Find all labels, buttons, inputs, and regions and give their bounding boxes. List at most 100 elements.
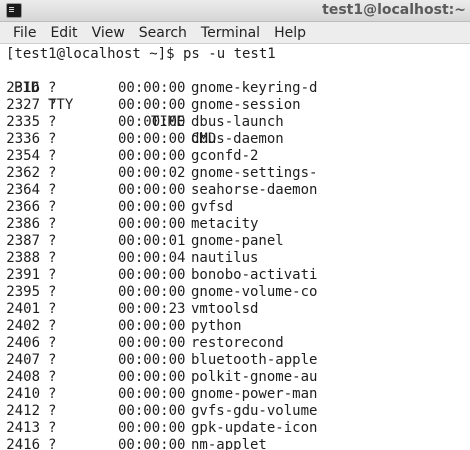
process-time: 00:00:00 xyxy=(118,114,186,130)
process-row: 2401? 00:00:23 vmtoolsd xyxy=(0,301,460,318)
process-tty: ? xyxy=(48,131,57,147)
process-row: 2387? 00:00:01 gnome-panel xyxy=(0,233,460,250)
process-tty: ? xyxy=(48,403,57,419)
terminal-window: test1@localhost:~ File Edit View Search … xyxy=(0,0,470,450)
process-tty: ? xyxy=(48,369,57,385)
process-tty: ? xyxy=(48,250,57,266)
process-pid: 2327 xyxy=(6,97,40,113)
menu-file[interactable]: File xyxy=(6,22,43,44)
process-tty: ? xyxy=(48,80,57,96)
process-cmd: gnome-settings- xyxy=(191,165,318,181)
process-pid: 2336 xyxy=(6,131,40,147)
process-pid: 2387 xyxy=(6,233,40,249)
menu-bar: File Edit View Search Terminal Help xyxy=(0,22,470,44)
process-cmd: polkit-gnome-au xyxy=(191,369,318,385)
process-pid: 2412 xyxy=(6,403,40,419)
process-pid: 2416 xyxy=(6,437,40,450)
process-cmd: gvfsd xyxy=(191,199,234,215)
process-time: 00:00:00 xyxy=(118,182,186,198)
process-tty: ? xyxy=(48,301,57,317)
process-cmd: python xyxy=(191,318,242,334)
process-tty: ? xyxy=(48,318,57,334)
process-tty: ? xyxy=(48,165,57,181)
process-row: 2366? 00:00:00 gvfsd xyxy=(0,199,460,216)
process-pid: 2407 xyxy=(6,352,40,368)
process-row: 2412? 00:00:00 gvfs-gdu-volume xyxy=(0,403,460,420)
process-pid: 2335 xyxy=(6,114,40,130)
process-row: 2406? 00:00:00 restorecond xyxy=(0,335,460,352)
process-time: 00:00:00 xyxy=(118,216,186,232)
process-row: 2402? 00:00:00 python xyxy=(0,318,460,335)
process-row: 2364? 00:00:00 seahorse-daemon xyxy=(0,182,460,199)
process-tty: ? xyxy=(48,267,57,283)
process-time: 00:00:00 xyxy=(118,267,186,283)
process-time: 00:00:01 xyxy=(118,233,186,249)
process-cmd: vmtoolsd xyxy=(191,301,259,317)
process-row: 2386? 00:00:00 metacity xyxy=(0,216,460,233)
process-time: 00:00:00 xyxy=(118,80,186,96)
process-time: 00:00:00 xyxy=(118,437,186,450)
process-pid: 2406 xyxy=(6,335,40,351)
process-cmd: gconfd-2 xyxy=(191,148,259,164)
process-row: 2327? 00:00:00 gnome-session xyxy=(0,97,460,114)
process-tty: ? xyxy=(48,335,57,351)
process-pid: 2354 xyxy=(6,148,40,164)
process-time: 00:00:00 xyxy=(118,199,186,215)
command-prompt-line: [test1@localhost ~]$ ps -u test1 xyxy=(6,46,276,62)
menu-view[interactable]: View xyxy=(85,22,132,44)
process-row: 2336? 00:00:00 dbus-daemon xyxy=(0,131,460,148)
process-row: 2335? 00:00:00 dbus-launch xyxy=(0,114,460,131)
process-row: 2416? 00:00:00 nm-applet xyxy=(0,437,460,450)
process-time: 00:00:00 xyxy=(118,318,186,334)
process-cmd: gvfs-gdu-volume xyxy=(191,403,318,419)
process-tty: ? xyxy=(48,216,57,232)
process-pid: 2388 xyxy=(6,250,40,266)
process-time: 00:00:00 xyxy=(118,335,186,351)
process-row: 2413? 00:00:00 gpk-update-icon xyxy=(0,420,460,437)
process-cmd: bluetooth-apple xyxy=(191,352,318,368)
process-cmd: gnome-power-man xyxy=(191,386,318,402)
process-cmd: gpk-update-icon xyxy=(191,420,318,436)
process-pid: 2386 xyxy=(6,216,40,232)
process-row: 2395? 00:00:00 gnome-volume-co xyxy=(0,284,460,301)
process-time: 00:00:00 xyxy=(118,284,186,300)
process-tty: ? xyxy=(48,199,57,215)
process-cmd: gnome-session xyxy=(191,97,301,113)
process-time: 00:00:00 xyxy=(118,352,186,368)
process-cmd: seahorse-daemon xyxy=(191,182,318,198)
process-row: 2388? 00:00:04 nautilus xyxy=(0,250,460,267)
process-time: 00:00:02 xyxy=(118,165,186,181)
process-row: 2407? 00:00:00 bluetooth-apple xyxy=(0,352,460,369)
process-cmd: bonobo-activati xyxy=(191,267,318,283)
process-pid: 2362 xyxy=(6,165,40,181)
process-tty: ? xyxy=(48,97,57,113)
process-pid: 2316 xyxy=(6,80,40,96)
process-tty: ? xyxy=(48,233,57,249)
terminal-icon[interactable] xyxy=(6,3,22,18)
process-row: 2408? 00:00:00 polkit-gnome-au xyxy=(0,369,460,386)
menu-terminal[interactable]: Terminal xyxy=(194,22,267,44)
process-row: 2354? 00:00:00 gconfd-2 xyxy=(0,148,460,165)
process-time: 00:00:00 xyxy=(118,369,186,385)
process-cmd: dbus-launch xyxy=(191,114,284,130)
process-cmd: metacity xyxy=(191,216,259,232)
process-row: 2391? 00:00:00 bonobo-activati xyxy=(0,267,460,284)
menu-search[interactable]: Search xyxy=(132,22,194,44)
terminal-output[interactable]: [test1@localhost ~]$ ps -u test1 PID TTY… xyxy=(0,44,470,450)
process-pid: 2364 xyxy=(6,182,40,198)
menu-edit[interactable]: Edit xyxy=(43,22,84,44)
process-cmd: gnome-keyring-d xyxy=(191,80,318,96)
process-pid: 2410 xyxy=(6,386,40,402)
process-row: 2410? 00:00:00 gnome-power-man xyxy=(0,386,460,403)
process-pid: 2366 xyxy=(6,199,40,215)
process-time: 00:00:00 xyxy=(118,420,186,436)
window-title: test1@localhost:~ xyxy=(322,2,466,18)
process-cmd: gnome-panel xyxy=(191,233,284,249)
process-time: 00:00:00 xyxy=(118,386,186,402)
process-time: 00:00:00 xyxy=(118,131,186,147)
menu-help[interactable]: Help xyxy=(267,22,313,44)
process-pid: 2401 xyxy=(6,301,40,317)
title-bar[interactable]: test1@localhost:~ xyxy=(0,0,470,22)
header-row: PID TTY TIME CMD xyxy=(0,63,460,147)
process-pid: 2391 xyxy=(6,267,40,283)
